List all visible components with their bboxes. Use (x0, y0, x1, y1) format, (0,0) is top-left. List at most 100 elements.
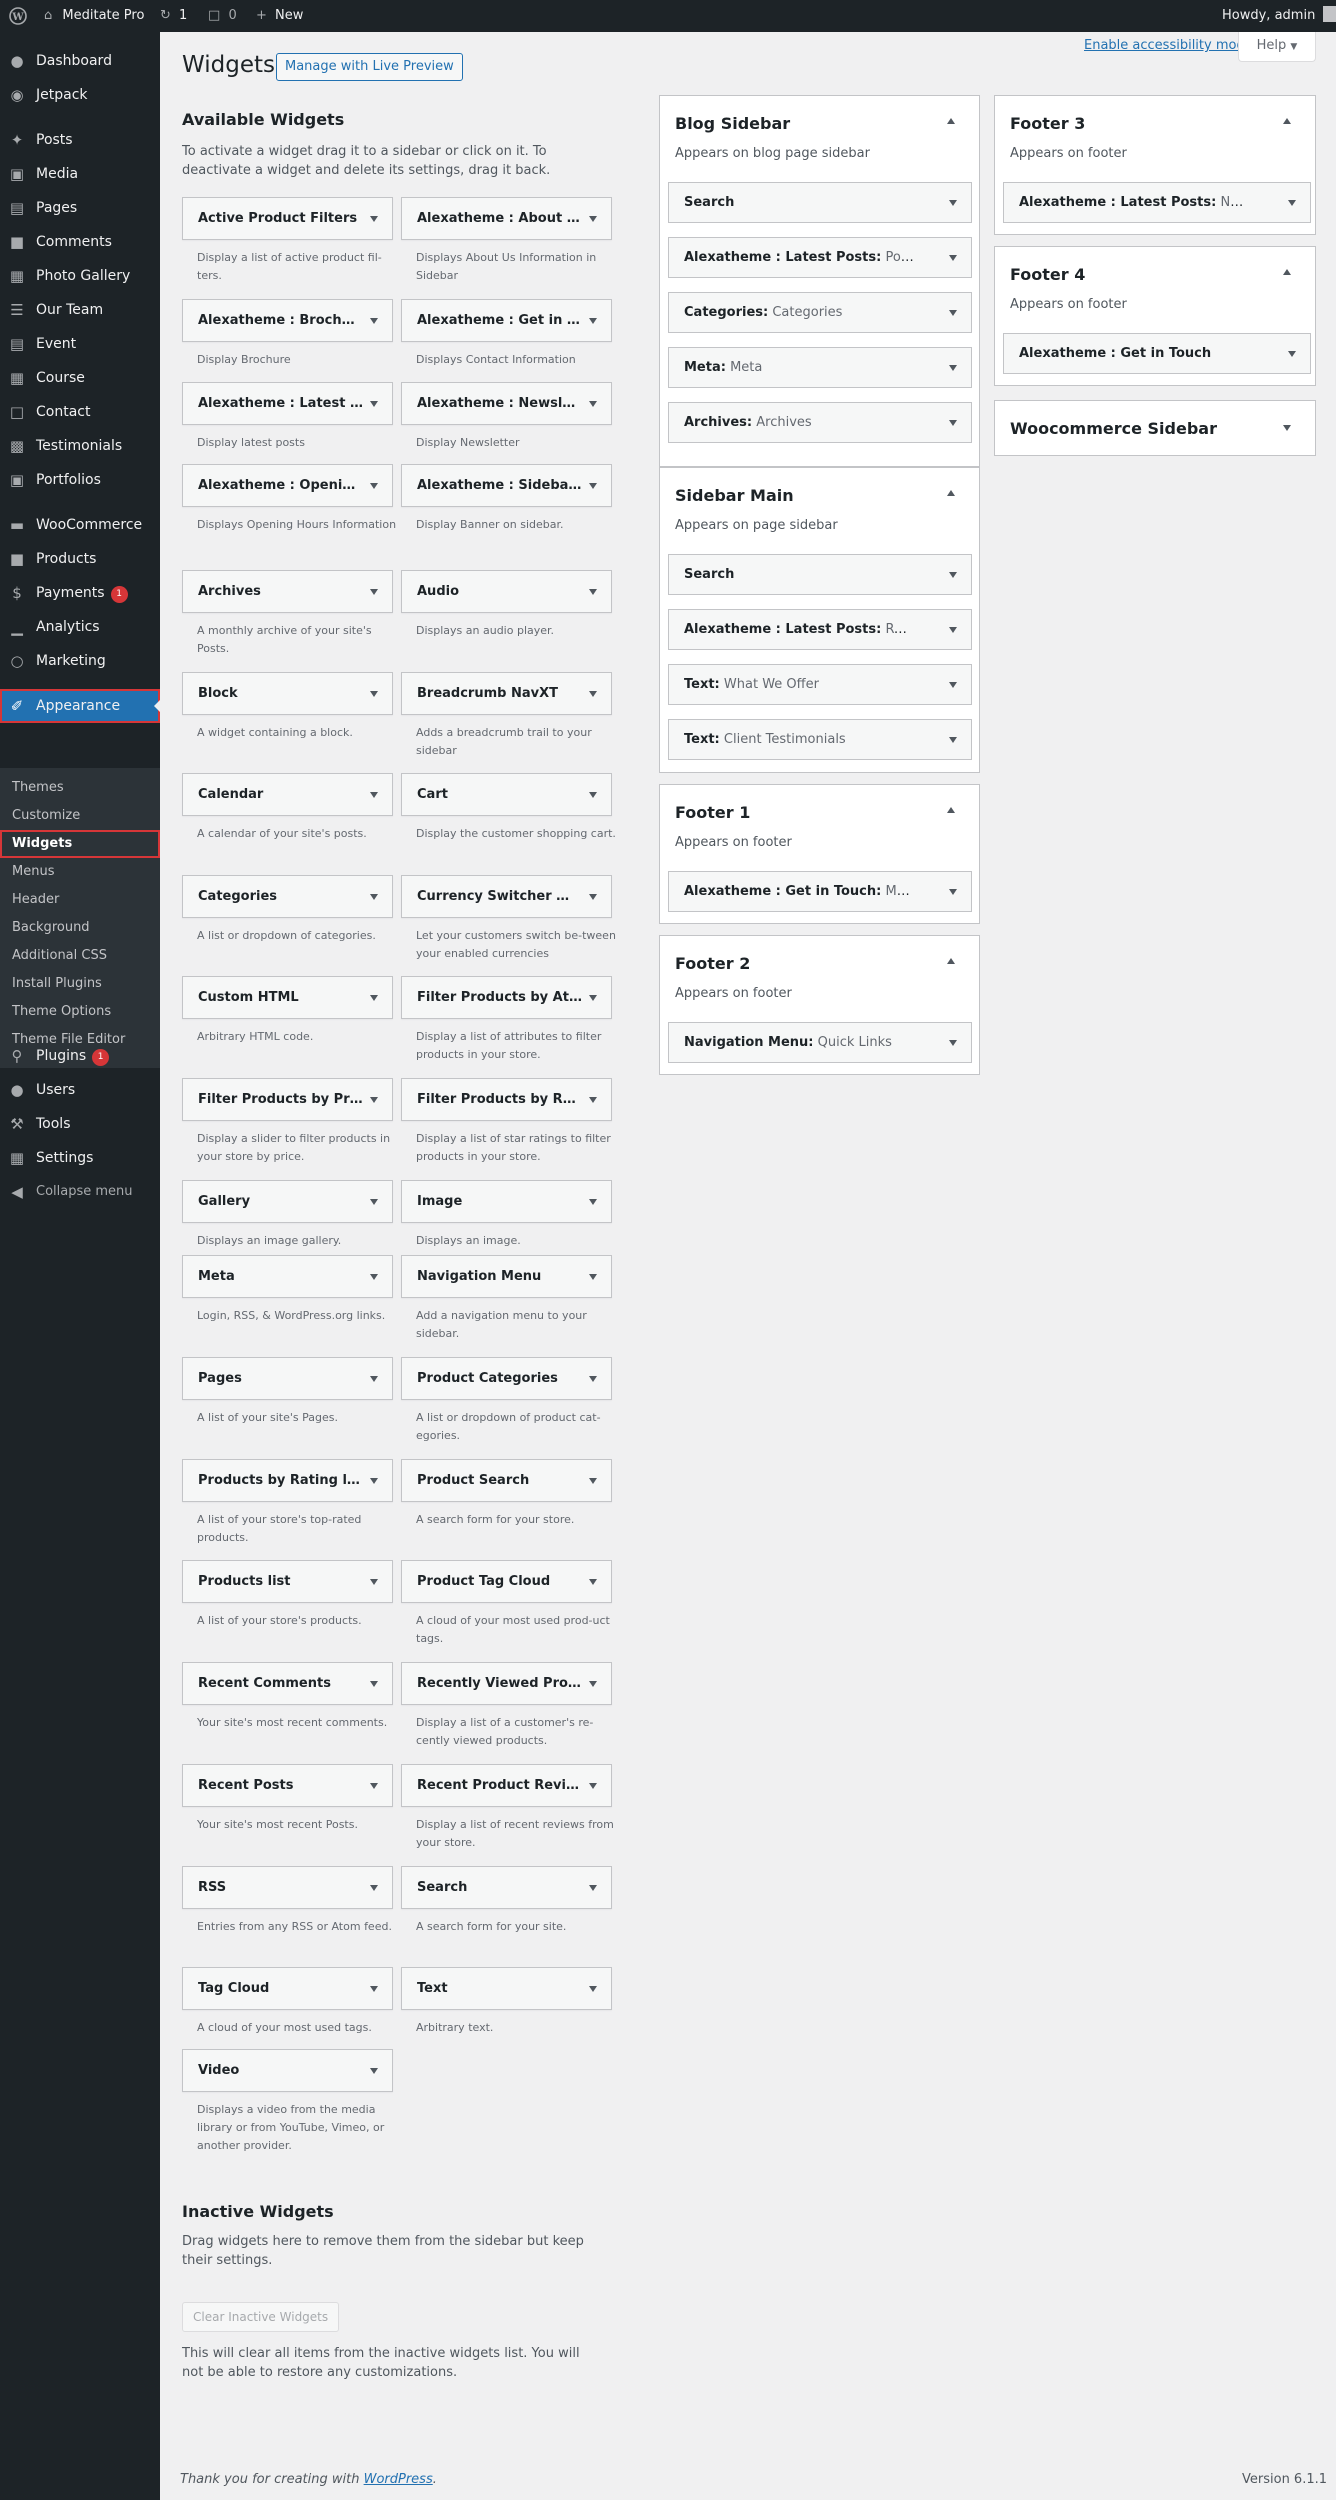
widget-item[interactable]: Currency Switcher Widget (401, 875, 612, 918)
collapse-arrow-icon[interactable] (947, 958, 955, 964)
widget-area-title[interactable]: Footer 3 (1010, 114, 1085, 133)
widget-item[interactable]: Breadcrumb NavXT (401, 672, 612, 715)
menu-item-appearance[interactable]: ✐ Appearance (0, 689, 162, 723)
collapse-arrow-icon[interactable] (1283, 269, 1291, 275)
chevron-down-icon[interactable] (589, 1199, 597, 1205)
widget-item[interactable]: Recent Comments (182, 1662, 393, 1705)
chevron-down-icon[interactable] (589, 589, 597, 595)
collapse-arrow-icon[interactable] (947, 118, 955, 124)
chevron-down-icon[interactable] (370, 1376, 378, 1382)
widget-item[interactable]: Alexatheme : Opening Hours (182, 464, 393, 507)
widget-area-title[interactable]: Footer 2 (675, 954, 750, 973)
menu-item-our-team[interactable]: ☰ Our Team (0, 293, 160, 327)
widget-item[interactable]: Recent Posts (182, 1764, 393, 1807)
placed-widget[interactable]: Alexatheme : Latest Posts: Popular Posts (668, 237, 972, 278)
widget-item[interactable]: RSS (182, 1866, 393, 1909)
widget-area-title[interactable]: Woocommerce Sidebar (1010, 419, 1217, 438)
placed-widget[interactable]: Alexatheme : Get in Touch (1003, 333, 1311, 374)
widget-item[interactable]: Filter Products by Rating (401, 1078, 612, 1121)
menu-item-posts[interactable]: ✦ Posts (0, 123, 160, 157)
menu-item-media[interactable]: ▣ Media (0, 157, 160, 191)
chevron-down-icon[interactable] (589, 792, 597, 798)
placed-widget[interactable]: Alexatheme : Get in Touch: Meditate Pro (668, 871, 972, 912)
chevron-down-icon[interactable] (949, 365, 957, 371)
placed-widget[interactable]: Navigation Menu: Quick Links (668, 1022, 972, 1063)
chevron-down-icon[interactable] (370, 318, 378, 324)
submenu-header[interactable]: Header (0, 886, 160, 914)
widget-item[interactable]: Active Product Filters (182, 197, 393, 240)
chevron-down-icon[interactable] (589, 401, 597, 407)
chevron-down-icon[interactable] (370, 894, 378, 900)
chevron-down-icon[interactable] (370, 691, 378, 697)
chevron-down-icon[interactable] (370, 1885, 378, 1891)
widget-area-title[interactable]: Blog Sidebar (675, 114, 790, 133)
chevron-down-icon[interactable] (949, 682, 957, 688)
menu-item-testimonials[interactable]: ▩ Testimonials (0, 429, 160, 463)
collapse-arrow-icon[interactable] (947, 807, 955, 813)
widget-area-title[interactable]: Sidebar Main (675, 486, 794, 505)
widget-item[interactable]: Tag Cloud (182, 1967, 393, 2010)
widget-item[interactable]: Recent Product Reviews (401, 1764, 612, 1807)
chevron-down-icon[interactable] (370, 792, 378, 798)
chevron-down-icon[interactable] (370, 401, 378, 407)
widget-item[interactable]: Cart (401, 773, 612, 816)
menu-item-jetpack[interactable]: ◉ Jetpack (0, 78, 160, 112)
clear-inactive-widgets-button[interactable]: Clear Inactive Widgets (182, 2302, 340, 2332)
widget-item[interactable]: Product Tag Cloud (401, 1560, 612, 1603)
chevron-down-icon[interactable] (589, 995, 597, 1001)
chevron-down-icon[interactable] (370, 2068, 378, 2074)
chevron-down-icon[interactable] (949, 572, 957, 578)
menu-item-analytics[interactable]: ▁ Analytics (0, 610, 160, 644)
menu-item-tools[interactable]: ⚒ Tools (0, 1107, 160, 1141)
chevron-down-icon[interactable] (949, 889, 957, 895)
chevron-down-icon[interactable] (370, 589, 378, 595)
expand-arrow-icon[interactable] (1283, 425, 1291, 431)
placed-widget[interactable]: Alexatheme : Latest Posts: News Update (1003, 182, 1311, 223)
manage-live-preview-button[interactable]: Manage with Live Preview (276, 53, 463, 81)
chevron-down-icon[interactable] (589, 1986, 597, 1992)
widget-item[interactable]: Products by Rating list (182, 1459, 393, 1502)
placed-widget[interactable]: Text: Client Testimonials (668, 719, 972, 760)
submenu-menus[interactable]: Menus (0, 858, 160, 886)
menu-item-woocommerce[interactable]: ▬ WooCommerce (0, 508, 160, 542)
submenu-additional-css[interactable]: Additional CSS (0, 942, 160, 970)
chevron-down-icon[interactable] (949, 310, 957, 316)
chevron-down-icon[interactable] (949, 627, 957, 633)
submenu-widgets[interactable]: Widgets (0, 830, 160, 858)
chevron-down-icon[interactable] (1288, 351, 1296, 357)
menu-item-users[interactable]: ● Users (0, 1073, 160, 1107)
wordpress-logo-icon[interactable]: W (8, 0, 28, 32)
chevron-down-icon[interactable] (589, 1783, 597, 1789)
collapse-arrow-icon[interactable] (947, 490, 955, 496)
site-home-link[interactable]: ⌂ Meditate Pro (44, 0, 144, 32)
widget-item[interactable]: Archives (182, 570, 393, 613)
submenu-background[interactable]: Background (0, 914, 160, 942)
chevron-down-icon[interactable] (589, 1478, 597, 1484)
chevron-down-icon[interactable] (589, 894, 597, 900)
widget-item[interactable]: Alexatheme : About Us (401, 197, 612, 240)
chevron-down-icon[interactable] (370, 1274, 378, 1280)
new-content-link[interactable]: + New (256, 0, 303, 32)
menu-item-comments[interactable]: ■ Comments (0, 225, 160, 259)
account-menu[interactable]: Howdy, admin (1222, 0, 1336, 32)
comments-link[interactable]: □ 0 (208, 0, 237, 32)
collapse-arrow-icon[interactable] (1283, 118, 1291, 124)
widget-item[interactable]: Navigation Menu (401, 1255, 612, 1298)
chevron-down-icon[interactable] (370, 1986, 378, 1992)
chevron-down-icon[interactable] (949, 737, 957, 743)
menu-item-payments[interactable]: $ Payments 1 (0, 576, 160, 610)
widget-item[interactable]: Alexatheme : Newsletter (401, 382, 612, 425)
chevron-down-icon[interactable] (949, 420, 957, 426)
menu-item-course[interactable]: ▦ Course (0, 361, 160, 395)
widget-item[interactable]: Custom HTML (182, 976, 393, 1019)
menu-item-settings[interactable]: ▦ Settings (0, 1141, 160, 1175)
chevron-down-icon[interactable] (370, 995, 378, 1001)
placed-widget[interactable]: Search (668, 554, 972, 595)
widget-area-title[interactable]: Footer 4 (1010, 265, 1085, 284)
widget-item[interactable]: Gallery (182, 1180, 393, 1223)
widget-item[interactable]: Filter Products by Price (182, 1078, 393, 1121)
chevron-down-icon[interactable] (589, 1274, 597, 1280)
chevron-down-icon[interactable] (589, 318, 597, 324)
chevron-down-icon[interactable] (370, 216, 378, 222)
menu-item-pages[interactable]: ▤ Pages (0, 191, 160, 225)
